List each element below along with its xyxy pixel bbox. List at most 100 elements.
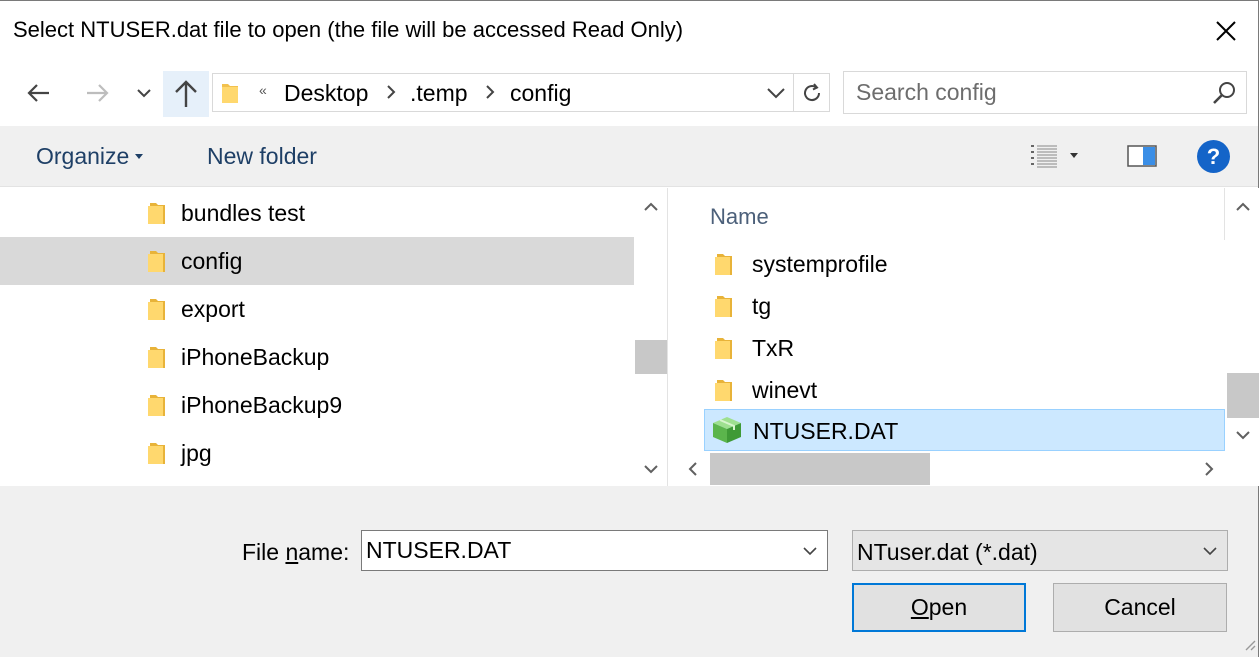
- dialog-title: Select NTUSER.dat file to open (the file…: [13, 17, 684, 42]
- tree-item-label: jpg: [181, 440, 212, 466]
- breadcrumb-overflow[interactable]: «: [259, 82, 267, 98]
- resize-grip-icon[interactable]: [1244, 638, 1256, 656]
- scroll-down-button[interactable]: [634, 452, 667, 486]
- navigation-bar: « Desktop .temp config: [0, 61, 1258, 125]
- file-list: Name systemprofile tg TxR winevt NTUSER.…: [676, 188, 1259, 486]
- arrow-up-icon: [175, 80, 197, 107]
- chevron-down-icon: [1236, 431, 1250, 440]
- tree-item-label: iPhoneBackup: [181, 344, 330, 370]
- arrow-left-icon: [27, 84, 49, 102]
- tree-item[interactable]: export: [0, 285, 634, 333]
- dialog-footer: File name: NTuser.dat (*.dat) Open Cance…: [0, 486, 1258, 657]
- address-dropdown-button[interactable]: [758, 74, 794, 111]
- back-button[interactable]: [22, 75, 56, 111]
- folder-icon: [714, 335, 734, 366]
- close-button[interactable]: [1194, 1, 1258, 61]
- file-list-item[interactable]: tg: [704, 285, 1225, 327]
- help-button[interactable]: ?: [1197, 140, 1230, 173]
- organize-menu-button[interactable]: Organize: [36, 143, 144, 170]
- tree-item-label: iPhoneBackup9: [181, 392, 343, 418]
- breadcrumb-desktop[interactable]: Desktop: [284, 80, 368, 107]
- refresh-icon: [804, 82, 821, 101]
- search-input[interactable]: [844, 72, 1204, 113]
- scroll-left-button[interactable]: [676, 452, 710, 486]
- chevron-up-icon: [644, 202, 658, 211]
- file-list-item[interactable]: TxR: [704, 327, 1225, 369]
- scroll-down-button[interactable]: [1226, 418, 1259, 452]
- file-name-label-part: File: [242, 539, 286, 565]
- chevron-right-icon[interactable]: [485, 85, 495, 104]
- details-view-icon: [1031, 145, 1057, 168]
- folder-icon: [714, 377, 734, 408]
- scroll-right-button[interactable]: [1192, 452, 1226, 486]
- file-list-vertical-scrollbar[interactable]: [1226, 188, 1259, 452]
- folder-icon: [147, 344, 167, 375]
- breadcrumb-config[interactable]: config: [510, 80, 571, 107]
- file-name-dropdown-button[interactable]: [793, 531, 827, 570]
- file-list-horizontal-scrollbar[interactable]: [676, 452, 1226, 486]
- folder-icon: [147, 392, 167, 423]
- file-name-label: File name:: [242, 539, 349, 566]
- tree-item-label: bundles test: [181, 200, 306, 226]
- folder-icon: [220, 81, 240, 110]
- recent-locations-button[interactable]: [130, 75, 158, 111]
- scrollbar-thumb[interactable]: [710, 453, 930, 485]
- chevron-down-icon: [1203, 546, 1217, 555]
- refresh-button[interactable]: [793, 74, 830, 111]
- file-type-dropdown-button[interactable]: [1193, 531, 1227, 570]
- file-list-item-selected[interactable]: NTUSER.DAT: [704, 409, 1225, 451]
- open-file-dialog: Select NTUSER.dat file to open (the file…: [0, 0, 1259, 657]
- scroll-up-button[interactable]: [1226, 190, 1259, 224]
- file-type-value: NTuser.dat (*.dat): [857, 539, 1038, 565]
- tree-item[interactable]: jpg: [0, 429, 634, 477]
- folder-icon: [147, 200, 167, 231]
- preview-pane-button[interactable]: [1126, 141, 1158, 171]
- file-type-select[interactable]: NTuser.dat (*.dat): [852, 530, 1228, 571]
- title-bar: Select NTUSER.dat file to open (the file…: [0, 1, 1258, 61]
- tree-item-selected[interactable]: config: [0, 237, 634, 285]
- scrollbar-thumb[interactable]: [1227, 373, 1259, 418]
- file-item-label: tg: [752, 293, 772, 319]
- open-button[interactable]: Open: [852, 583, 1026, 632]
- open-button-label: pen: [928, 594, 968, 620]
- file-list-item[interactable]: winevt: [704, 369, 1225, 411]
- cancel-button[interactable]: Cancel: [1053, 583, 1227, 632]
- chevron-right-icon[interactable]: [386, 85, 396, 104]
- folder-icon: [714, 293, 734, 324]
- file-item-label: systemprofile: [752, 251, 888, 277]
- chevron-down-icon: [767, 87, 785, 98]
- chevron-down-icon: [803, 546, 817, 555]
- arrow-right-icon: [87, 84, 109, 102]
- address-bar[interactable]: « Desktop .temp config: [212, 73, 830, 112]
- breadcrumb-temp[interactable]: .temp: [410, 80, 468, 107]
- name-column-header[interactable]: Name: [676, 188, 1225, 240]
- caret-down-icon: [135, 153, 144, 159]
- package-icon: [711, 415, 743, 450]
- chevron-down-icon: [137, 89, 151, 98]
- forward-button[interactable]: [80, 75, 114, 111]
- caret-down-icon: [1070, 153, 1078, 158]
- search-icon[interactable]: [1212, 80, 1238, 111]
- tree-item[interactable]: iPhoneBackup: [0, 333, 634, 381]
- tree-vertical-scrollbar[interactable]: [634, 188, 667, 486]
- up-button[interactable]: [163, 71, 209, 117]
- navigation-tree: bundles test config export iPhoneBackup …: [0, 188, 668, 486]
- chevron-up-icon: [1236, 202, 1250, 211]
- scroll-up-button[interactable]: [634, 190, 667, 224]
- tree-item[interactable]: bundles test: [0, 189, 634, 237]
- folder-icon: [714, 251, 734, 282]
- scrollbar-thumb[interactable]: [635, 340, 667, 374]
- chevron-right-icon: [1205, 462, 1214, 476]
- tree-item[interactable]: iPhoneBackup9: [0, 381, 634, 429]
- tree-item-label: config: [181, 248, 243, 274]
- folder-icon: [147, 296, 167, 327]
- file-item-label: NTUSER.DAT: [753, 418, 899, 444]
- file-item-label: winevt: [752, 377, 818, 403]
- file-list-item[interactable]: systemprofile: [704, 243, 1225, 285]
- new-folder-button[interactable]: New folder: [207, 143, 317, 170]
- chevron-down-icon: [644, 465, 658, 474]
- file-name-input[interactable]: [362, 531, 792, 570]
- organize-label: Organize: [36, 143, 130, 169]
- change-view-button[interactable]: [1030, 140, 1092, 172]
- search-box: [843, 71, 1247, 114]
